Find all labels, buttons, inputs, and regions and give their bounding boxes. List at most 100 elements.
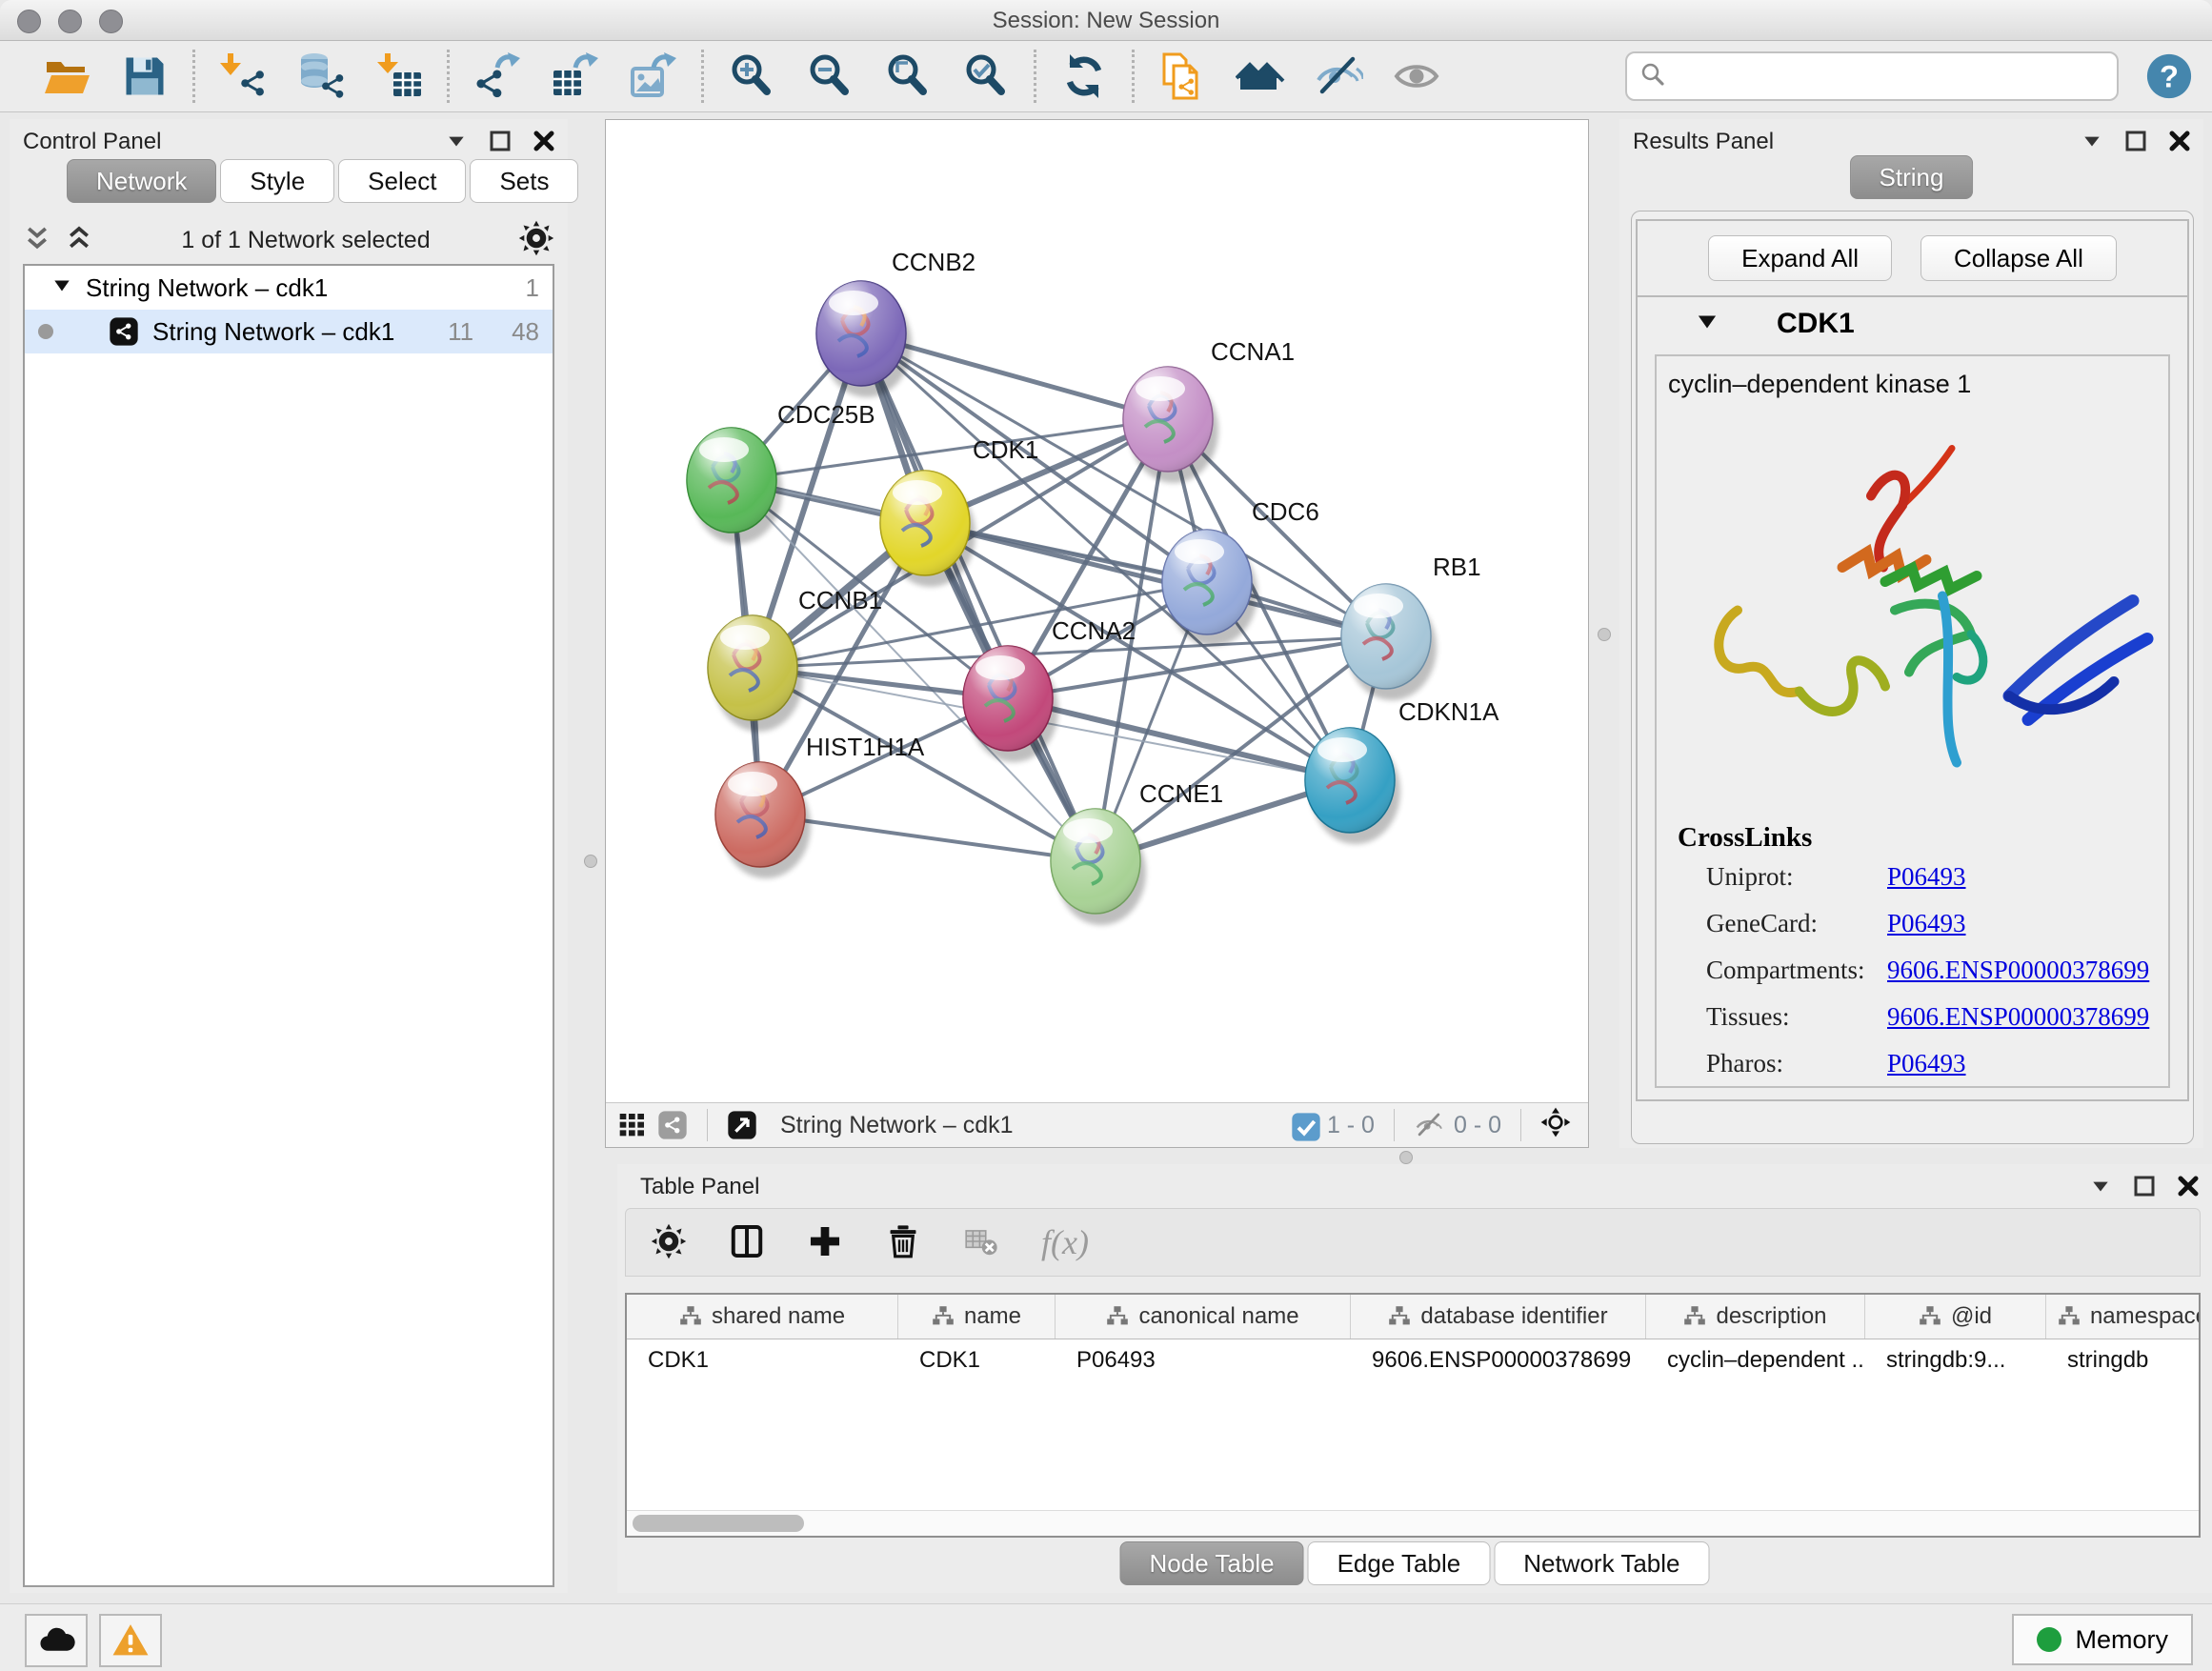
search-input[interactable] [1675, 62, 2105, 91]
open-file-icon[interactable] [40, 50, 93, 103]
control-panel-float-icon[interactable] [488, 129, 513, 153]
column-header-namespace[interactable]: namespace [2046, 1295, 2201, 1339]
network-edge[interactable] [861, 333, 1096, 861]
selected-checkbox-icon[interactable] [1291, 1112, 1317, 1138]
tab-string[interactable]: String [1850, 155, 1974, 199]
collection-expand-icon[interactable] [51, 273, 72, 303]
right-splitter-handle[interactable] [1598, 628, 1611, 641]
home-icon[interactable] [1234, 50, 1287, 103]
crosslink-label: Pharos: [1706, 1049, 1887, 1078]
crosslink-link[interactable]: 9606.ENSP00000378699 [1887, 956, 2149, 985]
network-edge[interactable] [925, 523, 1386, 636]
column-header-name[interactable]: name [898, 1295, 1056, 1339]
import-network-from-database-icon[interactable] [294, 50, 348, 103]
hide-panels-icon[interactable] [1312, 50, 1365, 103]
table-cell[interactable]: 9606.ENSP00000378699 [1351, 1339, 1646, 1381]
network-node-rb1[interactable]: RB1 [1341, 553, 1481, 700]
tab-network-table[interactable]: Network Table [1494, 1541, 1709, 1585]
results-panel-close-icon[interactable] [2167, 129, 2192, 153]
network-node-ccne1[interactable]: CCNE1 [1051, 779, 1223, 925]
results-panel-float-icon[interactable] [2123, 129, 2148, 153]
export-view-icon[interactable] [727, 1110, 757, 1140]
column-header-id[interactable]: @id [1865, 1295, 2046, 1339]
column-header-description[interactable]: description [1646, 1295, 1865, 1339]
import-network-icon[interactable] [216, 50, 270, 103]
expand-all-tree-icon[interactable] [65, 224, 93, 257]
table-cell[interactable]: CDK1 [898, 1339, 1056, 1381]
automation-cloud-button[interactable] [25, 1614, 88, 1667]
save-session-icon[interactable] [118, 50, 171, 103]
table-panel-close-icon[interactable] [2176, 1174, 2201, 1198]
tab-node-table[interactable]: Node Table [1120, 1541, 1304, 1585]
network-node-cdkn1a[interactable]: CDKN1A [1305, 697, 1499, 844]
table-cell[interactable]: P06493 [1056, 1339, 1351, 1381]
network-node-ccna2[interactable]: CCNA2 [963, 616, 1136, 762]
tab-select[interactable]: Select [338, 159, 466, 203]
clone-network-icon[interactable] [1156, 50, 1209, 103]
import-table-icon[interactable] [372, 50, 426, 103]
tab-network[interactable]: Network [67, 159, 216, 203]
crosslink-link[interactable]: 9606.ENSP00000378699 [1887, 1002, 2149, 1032]
node-label: CCNA1 [1211, 337, 1295, 366]
control-panel-close-icon[interactable] [532, 129, 556, 153]
crosslink-link[interactable]: P06493 [1887, 862, 1966, 892]
zoom-out-icon[interactable] [803, 50, 856, 103]
crosslink-link[interactable]: P06493 [1887, 1049, 1966, 1078]
add-column-icon[interactable] [807, 1223, 845, 1261]
column-header-database-identifier[interactable]: database identifier [1351, 1295, 1646, 1339]
network-node-hist1h1a[interactable]: HIST1H1A [715, 733, 925, 878]
export-image-icon[interactable] [627, 50, 680, 103]
crosslink-link[interactable]: P06493 [1887, 909, 1966, 938]
network-node-ccna1[interactable]: CCNA1 [1123, 337, 1295, 483]
network-overview-icon[interactable] [657, 1110, 688, 1140]
entry-collapse-icon[interactable] [1695, 310, 1719, 339]
tab-edge-table[interactable]: Edge Table [1308, 1541, 1491, 1585]
results-panel-menu-icon[interactable] [2080, 129, 2104, 153]
table-horizontal-scrollbar[interactable] [627, 1510, 2199, 1536]
table-cell[interactable]: CDK1 [627, 1339, 898, 1381]
collapse-all-button[interactable]: Collapse All [1920, 235, 2117, 281]
network-options-gear-icon[interactable] [518, 220, 554, 261]
table-cell[interactable]: stringdb:9... [1865, 1339, 2046, 1381]
network-collection-row[interactable]: String Network – cdk1 1 [25, 266, 553, 310]
show-panels-icon[interactable] [1390, 50, 1443, 103]
hidden-eye-icon [1414, 1110, 1444, 1140]
expand-all-button[interactable]: Expand All [1708, 235, 1892, 281]
table-panel-menu-icon[interactable] [2088, 1174, 2113, 1198]
export-table-icon[interactable] [549, 50, 602, 103]
horizontal-splitter-handle[interactable] [1399, 1151, 1413, 1164]
column-header-shared-name[interactable]: shared name [627, 1295, 898, 1339]
table-cell[interactable]: cyclin–dependent ... [1646, 1339, 1865, 1381]
tab-sets[interactable]: Sets [470, 159, 578, 203]
scrollbar-thumb[interactable] [633, 1515, 804, 1532]
birdseye-grid-icon[interactable] [617, 1110, 648, 1140]
network-node-ccnb2[interactable]: CCNB2 [816, 248, 975, 397]
control-panel-menu-icon[interactable] [444, 129, 469, 153]
zoom-fit-icon[interactable] [881, 50, 935, 103]
fit-selected-crosshair-icon[interactable] [1540, 1107, 1577, 1143]
memory-button[interactable]: Memory [2012, 1614, 2193, 1665]
column-header-canonical-name[interactable]: canonical name [1056, 1295, 1351, 1339]
apply-layout-icon[interactable] [1057, 50, 1111, 103]
left-splitter-handle[interactable] [584, 855, 597, 868]
network-row-selected[interactable]: String Network – cdk1 11 48 [25, 310, 553, 353]
tab-style[interactable]: Style [220, 159, 334, 203]
current-network-name: String Network – cdk1 [767, 1112, 1281, 1139]
delete-column-icon[interactable] [885, 1223, 923, 1261]
network-canvas[interactable]: CCNB2CCNA1CDC25BCDK1CDC6RB1CCNB1CCNA2CDK… [606, 120, 1588, 1102]
help-button[interactable]: ? [2145, 52, 2193, 100]
network-edge-count: 48 [512, 317, 539, 347]
hidden-count: 0 - 0 [1454, 1112, 1501, 1139]
table-panel-float-icon[interactable] [2132, 1174, 2157, 1198]
protein-structure-image [1657, 403, 2170, 813]
network-node-ccnb1[interactable]: CCNB1 [708, 586, 882, 732]
table-settings-gear-icon[interactable] [651, 1223, 689, 1261]
export-network-icon[interactable] [471, 50, 524, 103]
table-cell[interactable]: stringdb [2046, 1339, 2201, 1381]
zoom-selected-icon[interactable] [959, 50, 1013, 103]
warnings-button[interactable] [99, 1614, 162, 1667]
collapse-all-tree-icon[interactable] [23, 224, 51, 257]
show-columns-icon[interactable] [729, 1223, 767, 1261]
table-row: CDK1CDK1P064939606.ENSP00000378699cyclin… [627, 1339, 2199, 1381]
zoom-in-icon[interactable] [725, 50, 778, 103]
